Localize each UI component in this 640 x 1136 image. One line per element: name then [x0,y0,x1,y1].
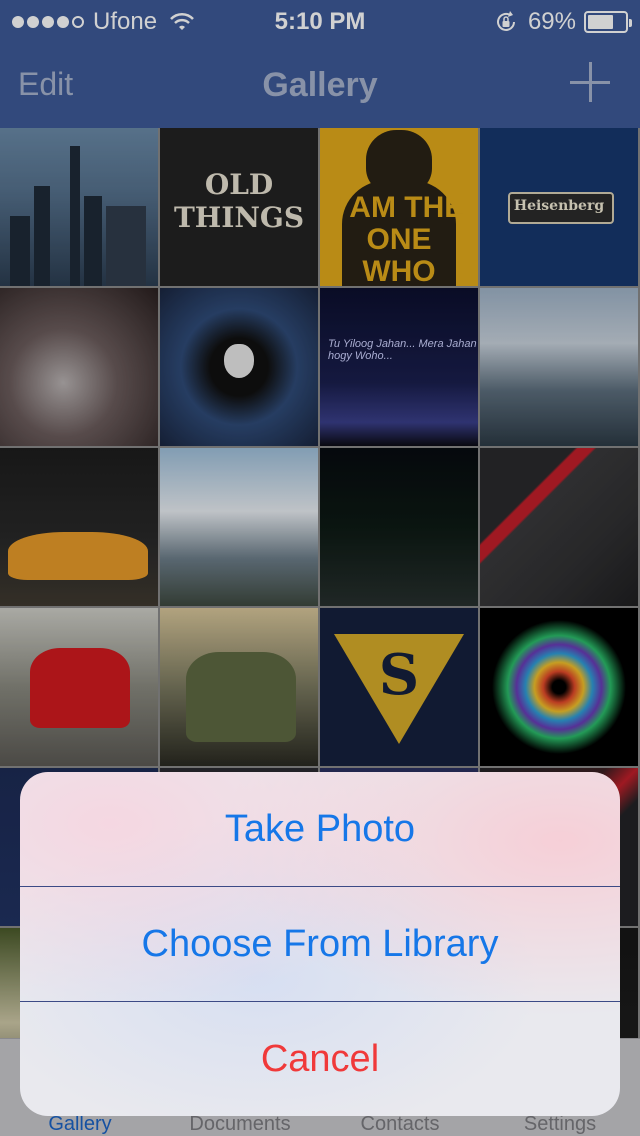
action-sheet: Take Photo Choose From Library Cancel [20,772,620,1116]
cancel-button[interactable]: Cancel [20,1002,620,1116]
choose-from-library-button[interactable]: Choose From Library [20,887,620,1001]
take-photo-button[interactable]: Take Photo [20,772,620,886]
screen: Ufone 5:10 PM 69% Edit Gallery OLD THING… [0,0,640,1136]
